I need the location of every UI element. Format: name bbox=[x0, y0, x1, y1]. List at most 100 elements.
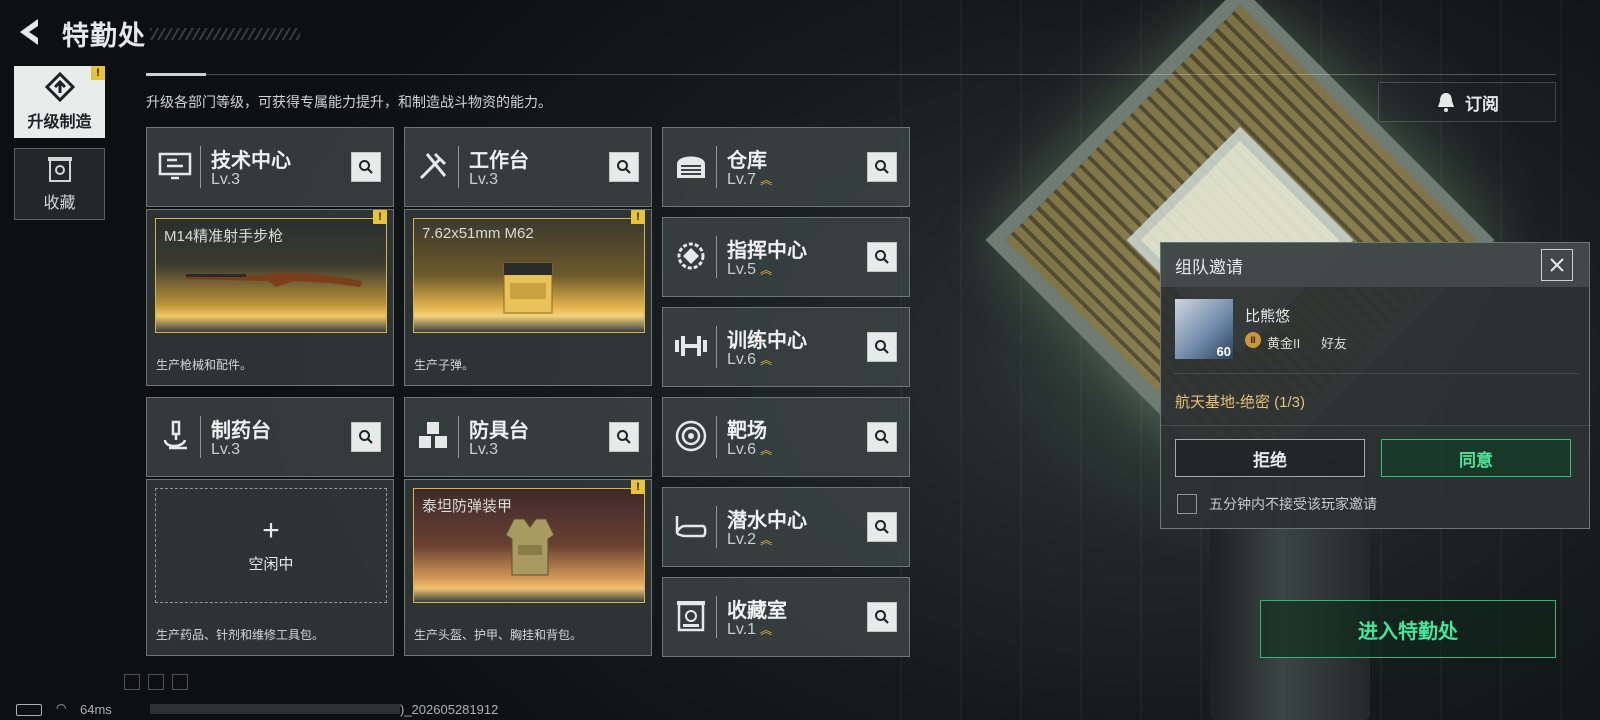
dept-level-row: Lv.5 ︽ bbox=[727, 261, 772, 279]
page-title: 特勤处 bbox=[62, 21, 146, 51]
upgrade-chevron-icon: ︽ bbox=[760, 172, 773, 187]
search-button[interactable] bbox=[609, 152, 639, 182]
icon-separator bbox=[716, 236, 717, 278]
search-button[interactable] bbox=[867, 152, 897, 182]
dept-name: 工作台 bbox=[469, 150, 529, 172]
dept-name: 技术中心 bbox=[211, 150, 291, 172]
avatar[interactable]: 60 bbox=[1175, 299, 1233, 359]
dept-card-workbench[interactable]: 工作台 Lv.3 bbox=[404, 127, 652, 207]
production-slot-armor[interactable]: 泰坦防弹装甲 ! 生产头盔、护甲、胸挂和背包。 bbox=[404, 479, 652, 656]
search-icon bbox=[359, 430, 373, 444]
side-tab-collection[interactable]: 收藏 bbox=[14, 148, 105, 220]
icon-separator bbox=[200, 416, 201, 458]
dept-level: Lv.7 bbox=[727, 171, 757, 188]
production-note: 生产子弹。 bbox=[414, 358, 475, 372]
production-item-name: 泰坦防弹装甲 bbox=[422, 498, 513, 515]
block-invites-checkbox[interactable] bbox=[1177, 494, 1197, 514]
search-button[interactable] bbox=[867, 422, 897, 452]
refuse-button[interactable]: 拒绝 bbox=[1175, 439, 1365, 477]
wifi-icon: ◠ bbox=[56, 701, 67, 715]
divider bbox=[1173, 373, 1579, 374]
dept-level: Lv.3 bbox=[211, 441, 241, 458]
dept-level: Lv.2 bbox=[727, 531, 757, 548]
rank-badge-icon: II bbox=[1245, 332, 1261, 348]
back-arrow-icon[interactable] bbox=[14, 16, 46, 48]
dept-level: Lv.5 bbox=[727, 261, 757, 278]
monitor-icon bbox=[158, 152, 192, 180]
tools-icon bbox=[419, 152, 447, 180]
idle-label: 空闲中 bbox=[248, 556, 294, 573]
search-icon bbox=[875, 160, 889, 174]
warning-badge: ! bbox=[631, 210, 645, 224]
upgrade-chevron-icon: ︽ bbox=[760, 352, 773, 367]
search-button[interactable] bbox=[867, 332, 897, 362]
dept-card-training-center[interactable]: 训练中心 Lv.6 ︽ bbox=[662, 307, 910, 387]
search-button[interactable] bbox=[867, 242, 897, 272]
player-name: 比熊悠 bbox=[1245, 308, 1291, 325]
idle-slot[interactable]: + 空闲中 bbox=[155, 488, 387, 603]
side-tab-label: 收藏 bbox=[43, 195, 76, 212]
dept-level-row: Lv.2 ︽ bbox=[727, 531, 772, 549]
search-button[interactable] bbox=[867, 512, 897, 542]
dept-card-pharmacy[interactable]: 制药台 Lv.3 bbox=[146, 397, 394, 477]
search-button[interactable] bbox=[351, 152, 381, 182]
production-item-image: M14精准射手步枪 bbox=[155, 218, 387, 333]
divider bbox=[1161, 425, 1591, 426]
subscribe-button[interactable]: 订阅 bbox=[1378, 82, 1556, 122]
warning-badge: ! bbox=[91, 66, 105, 80]
dept-name: 潜水中心 bbox=[727, 510, 807, 532]
dept-card-shooting-range[interactable]: 靶场 Lv.6 ︽ bbox=[662, 397, 910, 477]
side-tab-upgrade[interactable]: 升级制造 ! bbox=[14, 66, 105, 138]
divider bbox=[146, 74, 1556, 75]
production-item-image: 泰坦防弹装甲 bbox=[413, 488, 645, 603]
icon-separator bbox=[458, 146, 459, 188]
divider-accent bbox=[146, 73, 206, 76]
accept-button[interactable]: 同意 bbox=[1381, 439, 1571, 477]
mini-square-icon bbox=[172, 674, 188, 690]
dept-name: 收藏室 bbox=[727, 600, 787, 622]
cubes-icon bbox=[419, 422, 447, 448]
close-icon bbox=[1550, 258, 1564, 272]
dept-card-warehouse[interactable]: 仓库 Lv.7 ︽ bbox=[662, 127, 910, 207]
production-slot-ammo[interactable]: 7.62x51mm M62 ! 生产子弹。 bbox=[404, 209, 652, 386]
collection-icon bbox=[47, 157, 72, 182]
dept-level: Lv.3 bbox=[469, 441, 499, 458]
search-icon bbox=[359, 160, 373, 174]
production-slot-medical[interactable]: + 空闲中 生产药品、针剂和维修工具包。 bbox=[146, 479, 394, 656]
dept-card-command-center[interactable]: 指挥中心 Lv.5 ︽ bbox=[662, 217, 910, 297]
build-code: )_202605281912 bbox=[400, 702, 499, 717]
enter-special-ops-button[interactable]: 进入特勤处 bbox=[1260, 600, 1556, 658]
dept-card-tech-center[interactable]: 技术中心 Lv.3 bbox=[146, 127, 394, 207]
player-level: 60 bbox=[1216, 344, 1231, 359]
player-relation: 好友 bbox=[1321, 336, 1348, 351]
search-button[interactable] bbox=[351, 422, 381, 452]
production-slot-weapons[interactable]: M14精准射手步枪 ! 生产枪械和配件。 bbox=[146, 209, 394, 386]
player-rank: 黄金II bbox=[1267, 336, 1301, 351]
dept-card-diving-center[interactable]: 潜水中心 Lv.2 ︽ bbox=[662, 487, 910, 567]
upgrade-chevron-icon: ︽ bbox=[760, 532, 773, 547]
dumbbell-icon bbox=[675, 336, 707, 356]
mini-square-icon bbox=[148, 674, 164, 690]
dept-card-armor-bench[interactable]: 防具台 Lv.3 bbox=[404, 397, 652, 477]
icon-separator bbox=[716, 146, 717, 188]
upgrade-chevron-icon: ︽ bbox=[760, 622, 773, 637]
collection-room-icon bbox=[677, 601, 705, 632]
invite-mode: 航天基地-绝密 (1/3) bbox=[1175, 394, 1306, 411]
icon-separator bbox=[716, 506, 717, 548]
close-button[interactable] bbox=[1541, 249, 1573, 281]
battery-icon bbox=[16, 704, 42, 716]
invite-title: 组队邀请 bbox=[1175, 257, 1243, 277]
page-description: 升级各部门等级，可获得专属能力提升，和制造战斗物资的能力。 bbox=[146, 94, 552, 110]
ping-value: 64ms bbox=[80, 702, 112, 717]
search-button[interactable] bbox=[867, 602, 897, 632]
search-button[interactable] bbox=[609, 422, 639, 452]
dept-card-collection-room[interactable]: 收藏室 Lv.1 ︽ bbox=[662, 577, 910, 657]
dept-level-row: Lv.6 ︽ bbox=[727, 351, 772, 369]
team-invite-dialog: 组队邀请 60 比熊悠 II 黄金II 好友 航天基地-绝密 (1/3) 拒绝 … bbox=[1160, 242, 1591, 529]
icon-separator bbox=[458, 416, 459, 458]
icon-separator bbox=[200, 146, 201, 188]
dept-name: 指挥中心 bbox=[727, 240, 807, 262]
warehouse-icon bbox=[677, 156, 705, 178]
upgrade-chevron-icon: ︽ bbox=[760, 262, 773, 277]
production-note: 生产药品、针剂和维修工具包。 bbox=[156, 628, 325, 642]
